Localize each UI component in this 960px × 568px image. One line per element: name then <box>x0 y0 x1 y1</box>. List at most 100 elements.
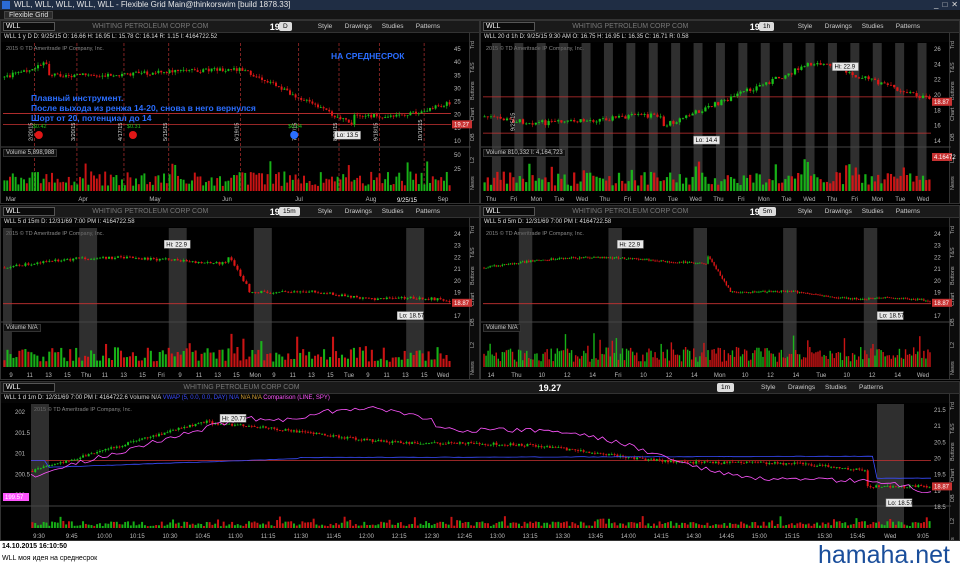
volume-bar <box>877 521 880 528</box>
candle-body <box>433 442 436 444</box>
x-tick-label: Thu <box>827 197 837 203</box>
session-shade <box>559 43 569 191</box>
volume-bar <box>807 523 810 528</box>
volume-bar <box>762 356 764 367</box>
candle-body <box>790 291 793 293</box>
x-tick-label: Tue <box>668 197 679 203</box>
last-price-tag: 19.27 <box>452 120 472 129</box>
volume-bar <box>739 356 742 367</box>
volume-bar <box>388 519 391 528</box>
volume-bar <box>101 526 104 528</box>
volume-bar <box>225 525 228 528</box>
volume-bar <box>347 165 350 191</box>
x-tick-label: Mon <box>531 197 543 203</box>
candle-body <box>76 74 79 75</box>
volume-bar <box>433 359 436 367</box>
candle-body <box>419 443 422 445</box>
candle-body <box>579 257 581 259</box>
candle-body <box>697 262 699 264</box>
y-tick-label: 23 <box>934 244 941 250</box>
volume-bar <box>358 347 361 367</box>
candle-body <box>729 96 733 101</box>
candle-body <box>104 449 107 451</box>
x-tick-label: Thu <box>511 373 521 379</box>
volume-bar <box>311 184 314 191</box>
volume-bar <box>892 521 895 528</box>
candle-body <box>304 431 307 433</box>
candle-body <box>637 113 640 115</box>
candle-body <box>595 121 598 123</box>
volume-label: Volume 5,898,988 <box>3 149 58 157</box>
volume-bar <box>436 347 439 367</box>
maximize-button[interactable]: □ <box>942 0 947 10</box>
volume-bar <box>116 347 120 367</box>
volume-bar <box>906 525 909 528</box>
candle-body <box>370 298 373 299</box>
volume-bar <box>813 353 815 367</box>
candle-body <box>370 114 373 118</box>
candle-body <box>30 264 33 266</box>
volume-bar <box>587 345 589 367</box>
volume-bar <box>805 357 807 367</box>
volume-bar <box>417 184 420 191</box>
dividend-marker[interactable]: $0.31 <box>127 124 141 139</box>
volume-bar <box>492 524 495 528</box>
candle-body <box>194 261 197 264</box>
candle-body <box>835 297 838 299</box>
dividend-marker[interactable]: $0.54 <box>288 124 302 139</box>
volume-bar <box>768 178 771 191</box>
volume-bar <box>182 351 185 367</box>
chart-canvas[interactable]: 2015 © TD Ameritrade IP Company, Inc. 262… <box>481 21 960 204</box>
volume-bar <box>442 358 445 367</box>
volume-bar <box>131 352 134 367</box>
close-button[interactable]: ✕ <box>951 0 958 10</box>
candle-body <box>625 259 628 260</box>
x-tick-label: 15 <box>421 373 428 379</box>
candle-body <box>12 266 15 268</box>
dividend-marker[interactable]: $0.42 <box>33 124 47 139</box>
chart-canvas[interactable]: 2015 © TD Ameritrade IP Company, Inc. 21.… <box>1 382 960 541</box>
candle-body <box>485 267 487 269</box>
candle-body <box>323 293 326 295</box>
chart-canvas[interactable]: 2015 © TD Ameritrade IP Company, Inc. 242… <box>481 206 960 380</box>
volume-bar <box>242 525 245 528</box>
candle-body <box>592 120 595 122</box>
candle-body <box>146 257 149 260</box>
candle-body <box>662 260 664 262</box>
svg-text:18.87: 18.87 <box>934 100 950 106</box>
volume-bar <box>251 349 254 367</box>
volume-bar <box>487 350 489 367</box>
candle-body <box>151 72 154 75</box>
volume-bar <box>625 348 628 367</box>
volume-bar <box>409 352 412 367</box>
volume-bar <box>728 522 731 528</box>
candle-body <box>777 76 781 79</box>
candle-body <box>518 119 521 123</box>
high-bubble: Hi: 22.9 <box>617 240 644 249</box>
candle-body <box>425 443 428 445</box>
volume-bar <box>734 523 737 528</box>
candle-body <box>723 461 726 464</box>
volume-bar <box>296 336 299 367</box>
volume-bar <box>262 523 265 528</box>
volume-bar <box>813 174 816 191</box>
candle-body <box>445 102 448 106</box>
volume-bar <box>419 523 422 528</box>
candle-body <box>99 257 102 259</box>
volume-bar <box>756 347 758 367</box>
volume-bar <box>515 182 518 191</box>
flexible-grid-menu[interactable]: Flexible Grid <box>4 11 54 19</box>
candle-body <box>692 461 695 464</box>
candle-body <box>45 466 48 467</box>
minimize-button[interactable]: _ <box>934 0 938 10</box>
candle-body <box>9 267 12 268</box>
chart-canvas[interactable]: 2015 © TD Ameritrade IP Company, Inc. 242… <box>1 206 480 380</box>
candle-body <box>300 98 303 100</box>
volume-bar <box>231 521 234 528</box>
candle-body <box>37 468 40 470</box>
volume-bar <box>524 353 526 367</box>
volume-bar <box>827 358 829 367</box>
volume-bar <box>811 352 813 367</box>
window-title: WLL, WLL, WLL, WLL, WLL - Flexible Grid … <box>14 0 291 9</box>
candle-body <box>512 443 515 446</box>
